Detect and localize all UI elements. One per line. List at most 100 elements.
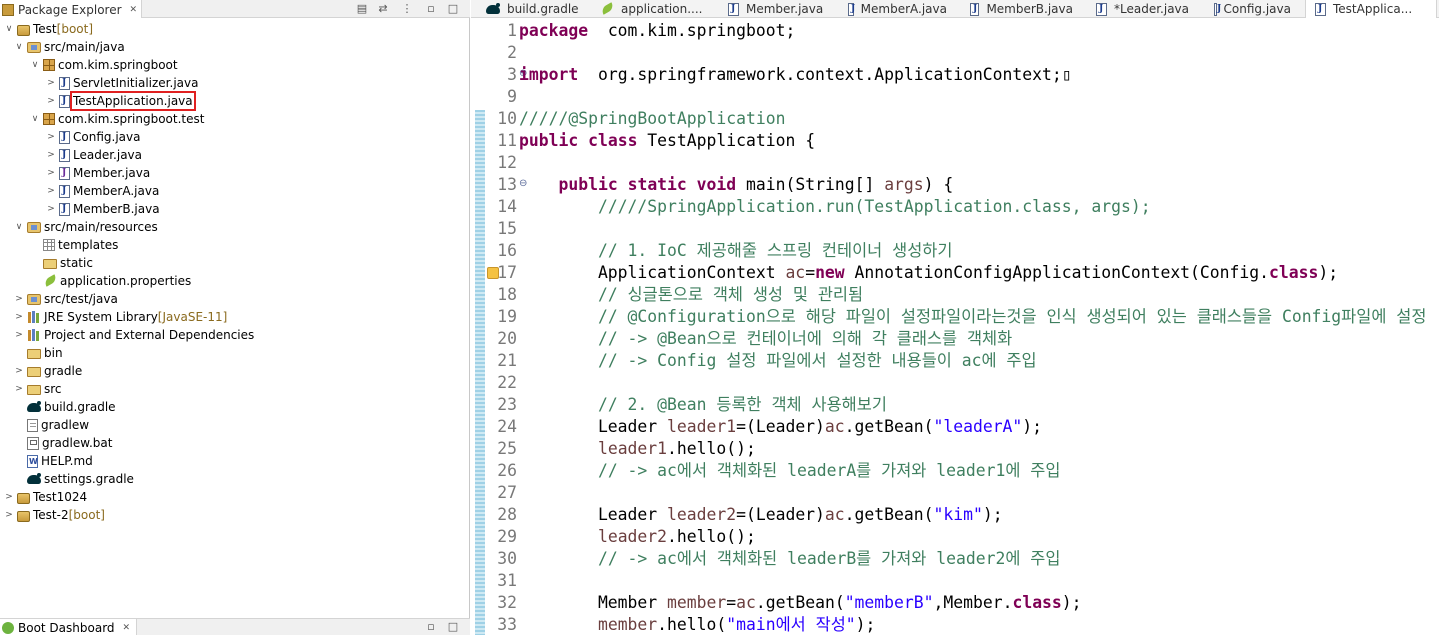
tree-item[interactable]: gradlew.bat (14, 434, 112, 452)
tree-item-label: src/test/java (44, 292, 118, 306)
folder-icon (27, 385, 41, 395)
code-line[interactable]: // -> ac에서 객체화된 leaderB를 가져와 leader2에 주입 (519, 548, 1060, 570)
tab-boot-dashboard[interactable]: Boot Dashboard ✕ (0, 619, 138, 635)
expand-arrow-icon[interactable]: > (14, 330, 24, 340)
tree-item[interactable]: > J MemberA.java (46, 182, 159, 200)
expand-arrow-icon[interactable]: > (46, 204, 56, 214)
code-line[interactable]: // 2. @Bean 등록한 객체 사용해보기 (519, 394, 887, 416)
tree-item[interactable]: > src/test/java (14, 290, 118, 308)
code-line[interactable]: /////@SpringBootApplication (519, 108, 785, 130)
expand-arrow-icon[interactable]: > (4, 492, 14, 502)
tree-item[interactable]: > Test-2 [boot] (4, 506, 105, 524)
tree-item-label: MemberA.java (73, 184, 160, 198)
tree-item[interactable]: ∨ Test [boot] (4, 20, 93, 38)
tree-item[interactable]: > J Leader.java (46, 146, 142, 164)
expand-arrow-icon[interactable]: > (46, 168, 56, 178)
code-line[interactable]: public static void main(String[] args) { (519, 174, 953, 196)
tab-package-explorer[interactable]: Package Explorer ✕ (0, 0, 143, 18)
editor-tab[interactable]: J Member.java (719, 0, 831, 18)
code-line[interactable]: // 싱글톤으로 객체 생성 및 관리됨 (519, 284, 863, 306)
expand-arrow-icon[interactable]: > (14, 312, 24, 322)
editor-tab[interactable]: J MemberB.java (961, 0, 1079, 18)
code-line[interactable]: Member member=ac.getBean("memberB",Membe… (519, 592, 1082, 614)
close-icon[interactable]: ✕ (123, 623, 131, 633)
tree-item[interactable]: static (30, 254, 93, 272)
code-line[interactable]: // @Configuration으로 해당 파일이 설정파일이라는것을 인식 … (519, 306, 1426, 328)
expand-arrow-icon[interactable]: > (46, 132, 56, 142)
code-area[interactable]: package com.kim.springboot; import org.sp… (519, 18, 1439, 635)
code-line[interactable]: // 1. IoC 제공해줄 스프링 컨테이너 생성하기 (519, 240, 952, 262)
collapse-arrow-icon[interactable]: ∨ (30, 114, 40, 124)
tree-item[interactable]: W HELP.md (14, 452, 93, 470)
collapse-arrow-icon[interactable]: ∨ (30, 60, 40, 70)
code-token: // -> ac에서 객체화된 leaderA를 가져와 leader1에 주입 (597, 461, 1061, 480)
expand-arrow-icon[interactable]: > (46, 96, 56, 106)
editor-tab[interactable]: J *Leader.java (1087, 0, 1197, 18)
editor-tab[interactable]: J TestApplica... (1305, 0, 1437, 18)
tree-item[interactable]: > J ServletInitializer.java (46, 74, 198, 92)
expand-arrow-icon[interactable]: > (4, 510, 14, 520)
code-token: ac (736, 593, 756, 612)
editor-tab-label: application.... (621, 2, 703, 16)
code-line[interactable]: package com.kim.springboot; (519, 20, 795, 42)
collapse-arrow-icon[interactable]: ∨ (4, 24, 14, 34)
code-line[interactable]: // -> Config 설정 파일에서 설정한 내용들이 ac에 주입 (519, 350, 1037, 372)
tree-item[interactable]: templates (30, 236, 118, 254)
view-menu-icon[interactable]: ⋮ (400, 2, 414, 16)
expand-arrow-icon[interactable]: > (14, 384, 24, 394)
minimize-icon[interactable]: ▫ (424, 620, 438, 634)
package-tree: ∨ Test [boot] ∨ src/main/java ∨ com.kim.sprin… (0, 20, 470, 618)
link-with-editor-icon[interactable]: ⇄ (376, 2, 390, 16)
collapse-arrow-icon[interactable]: ∨ (14, 222, 24, 232)
expand-arrow-icon[interactable]: > (14, 294, 24, 304)
tree-item[interactable]: > gradle (14, 362, 82, 380)
code-token: = (805, 263, 816, 282)
tree-item[interactable]: ∨ com.kim.springboot.test (30, 110, 205, 128)
close-icon[interactable]: ✕ (130, 5, 138, 15)
tree-item[interactable]: settings.gradle (14, 470, 134, 488)
code-line[interactable]: ApplicationContext ac=new AnnotationConf… (519, 262, 1338, 284)
tree-item[interactable]: > Project and External Dependencies (14, 326, 254, 344)
code-line[interactable]: Leader leader2=(Leader)ac.getBean("kim")… (519, 504, 1003, 526)
editor-tab[interactable]: build.gradle (477, 0, 587, 18)
editor-tab[interactable]: J Config.java (1205, 0, 1297, 18)
code-line[interactable]: leader1.hello(); (519, 438, 756, 460)
tree-item[interactable]: ∨ com.kim.springboot (30, 56, 178, 74)
expand-arrow-icon[interactable]: > (46, 186, 56, 196)
expand-arrow-icon[interactable]: > (14, 366, 24, 376)
tree-item[interactable]: > J Member.java (46, 164, 150, 182)
code-line[interactable]: public class TestApplication { (519, 130, 815, 152)
tree-item[interactable]: bin (14, 344, 63, 362)
minimize-icon[interactable]: ▫ (424, 2, 438, 16)
tree-item[interactable]: ∨ src/main/java (14, 38, 125, 56)
tree-item[interactable]: ∨ src/main/resources (14, 218, 158, 236)
tree-item[interactable]: > J MemberB.java (46, 200, 159, 218)
code-line[interactable]: import org.springframework.context.Appli… (519, 64, 1072, 86)
tree-item[interactable]: > src (14, 380, 61, 398)
maximize-icon[interactable]: □ (446, 620, 460, 634)
collapse-arrow-icon[interactable]: ∨ (14, 42, 24, 52)
tree-item[interactable]: > Test1024 (4, 488, 87, 506)
tree-item[interactable]: > JRE System Library [JavaSE-11] (14, 308, 227, 326)
warning-icon[interactable] (487, 267, 499, 279)
expand-arrow-icon[interactable]: > (46, 78, 56, 88)
code-line[interactable]: leader2.hello(); (519, 526, 756, 548)
editor-tab[interactable]: application.... (591, 0, 711, 18)
tree-item[interactable]: gradlew (14, 416, 89, 434)
tree-item[interactable]: > J Config.java (46, 128, 140, 146)
maximize-icon[interactable]: □ (446, 2, 460, 16)
gradle-icon (27, 400, 41, 414)
project-icon (17, 492, 30, 504)
tree-item[interactable]: application.properties (30, 272, 191, 290)
code-line[interactable]: // -> @Bean으로 컨테이너에 의해 각 클래스를 객체화 (519, 328, 1012, 350)
code-line[interactable]: // -> ac에서 객체화된 leaderA를 가져와 leader1에 주입 (519, 460, 1060, 482)
code-line[interactable]: Leader leader1=(Leader)ac.getBean("leade… (519, 416, 1042, 438)
code-line[interactable]: /////SpringApplication.run(TestApplicati… (519, 196, 1151, 218)
expand-arrow-icon[interactable]: > (46, 150, 56, 160)
tree-item[interactable]: build.gradle (14, 398, 116, 416)
tree-item[interactable]: > J TestApplication.java (46, 91, 196, 111)
collapse-all-icon[interactable]: ▤ (355, 2, 369, 16)
code-token: void (696, 175, 737, 194)
editor-tab[interactable]: J MemberA.java (839, 0, 953, 18)
code-line[interactable]: member.hello("main에서 작성"); (519, 614, 875, 635)
